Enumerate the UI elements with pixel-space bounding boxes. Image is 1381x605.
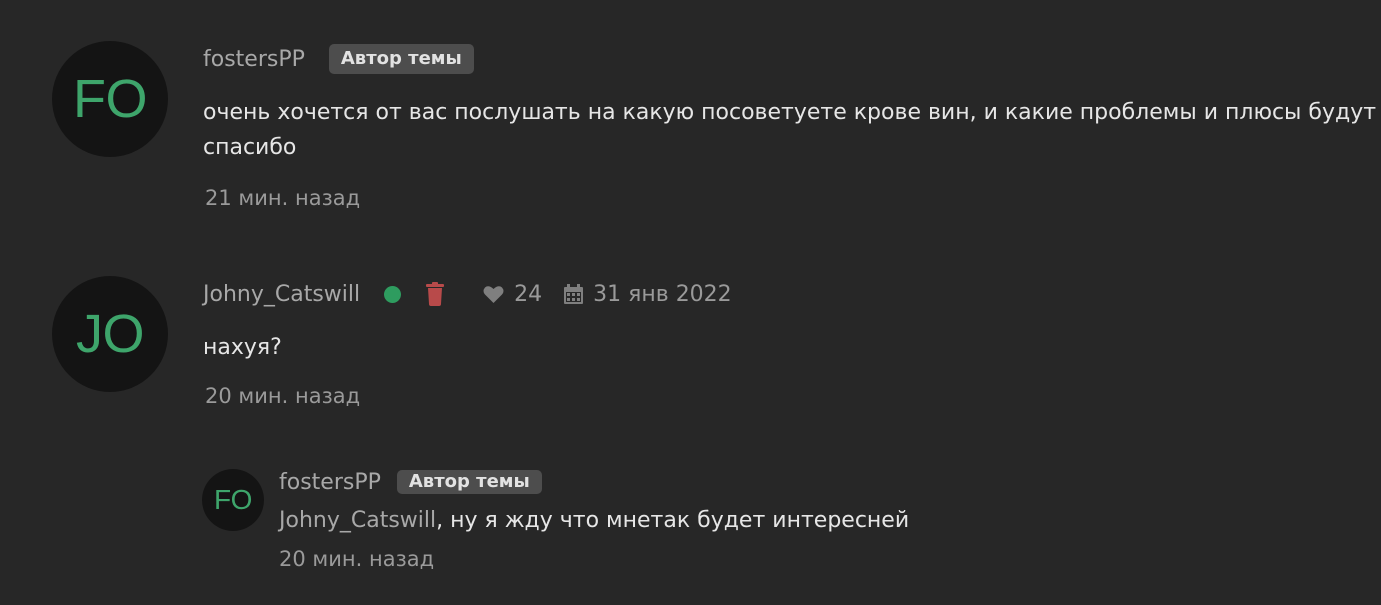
username[interactable]: Johny_Catswill <box>203 282 360 307</box>
comment-text-line: спасибо <box>203 135 297 160</box>
comment-header: fostersPP Автор темы <box>279 467 542 497</box>
comment-text: нахуя? <box>203 330 282 365</box>
reply-comment: FO fostersPP Автор темы Johny_Catswill, … <box>0 455 1381 595</box>
reply-text: , ну я жду что мнетак будет интересней <box>436 508 910 533</box>
comment-text: Johny_Catswill, ну я жду что мнетак буде… <box>279 503 909 538</box>
post-date: 31 янв 2022 <box>564 282 732 307</box>
comment: FO fostersPP Автор темы очень хочется от… <box>0 0 1381 230</box>
comment-time: 20 мин. назад <box>205 384 361 408</box>
avatar[interactable]: FO <box>202 469 264 531</box>
comment-text-line: очень хочется от вас послушать на какую … <box>203 100 1377 125</box>
online-dot-icon <box>384 285 402 303</box>
avatar[interactable]: JO <box>52 276 168 392</box>
avatar-initials: FO <box>214 484 252 515</box>
comment: JO Johny_Catswill 24 31 янв 2022 нахуя? … <box>0 260 1381 430</box>
username[interactable]: fostersPP <box>279 470 381 495</box>
like-count: 24 <box>514 281 543 307</box>
calendar-icon <box>564 284 584 304</box>
avatar[interactable]: FO <box>52 41 168 157</box>
author-badge: Автор темы <box>328 44 474 74</box>
likes: 24 <box>483 282 542 307</box>
author-badge: Автор темы <box>396 470 542 494</box>
comment-text: очень хочется от вас послушать на какую … <box>203 95 1376 165</box>
avatar-initials: FO <box>73 69 148 129</box>
heart-icon <box>483 285 504 303</box>
trash-icon[interactable] <box>425 282 445 306</box>
comment-text-line: нахуя? <box>203 335 282 360</box>
avatar-initials: JO <box>75 304 145 364</box>
comment-header: Johny_Catswill 24 31 янв 2022 <box>203 276 732 312</box>
mention-link[interactable]: Johny_Catswill <box>279 508 436 533</box>
comment-header: fostersPP Автор темы <box>203 41 474 77</box>
date-text: 31 янв 2022 <box>593 281 732 307</box>
comment-time: 21 мин. назад <box>205 186 361 210</box>
username[interactable]: fostersPP <box>203 47 305 72</box>
comment-time: 20 мин. назад <box>279 547 435 571</box>
